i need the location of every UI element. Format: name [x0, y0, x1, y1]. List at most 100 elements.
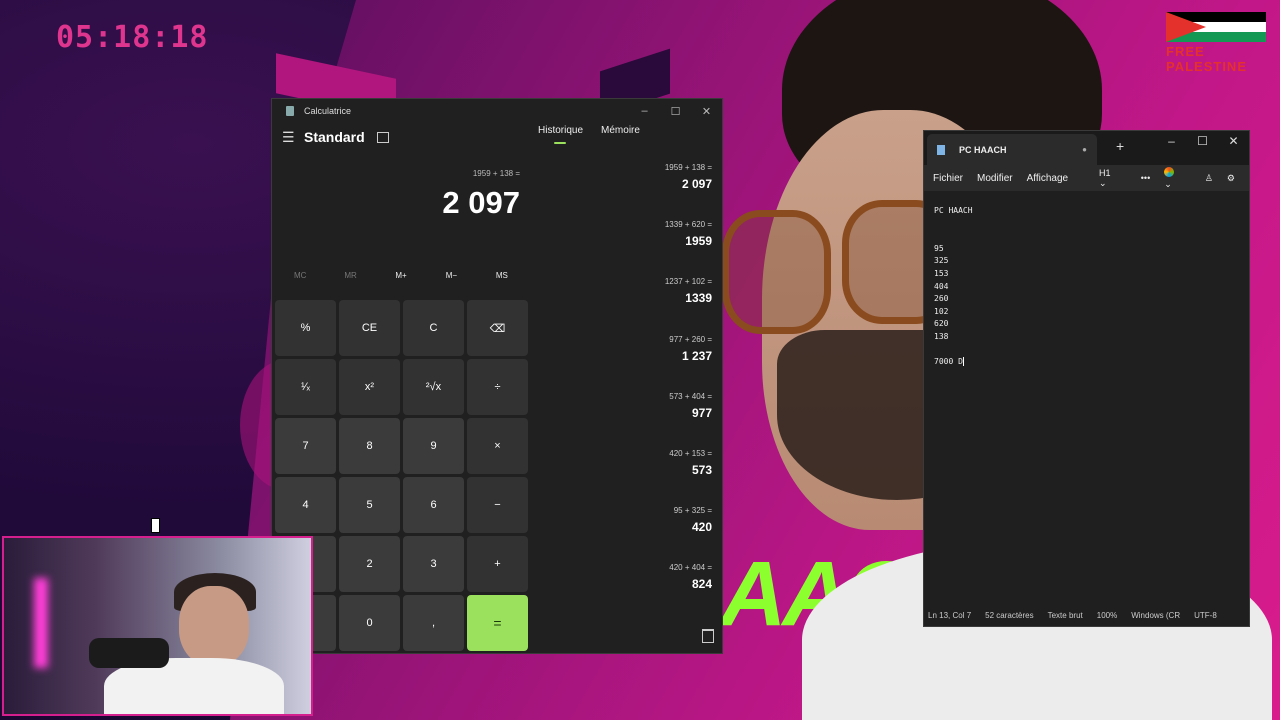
- maximize-button[interactable]: ☐: [660, 105, 691, 118]
- keep-on-top-icon[interactable]: [376, 131, 389, 143]
- calculator-app-icon: [286, 106, 294, 116]
- memory-recall-button[interactable]: MR: [325, 271, 375, 280]
- settings-gear-icon[interactable]: ⚙: [1227, 173, 1235, 184]
- memory-subtract-button[interactable]: M−: [426, 271, 476, 280]
- history-result: 573: [691, 462, 712, 477]
- zoom-level[interactable]: 100%: [1097, 611, 1117, 620]
- digit-9-key[interactable]: 9: [403, 418, 464, 474]
- result-display: 2 097: [442, 185, 520, 220]
- tab-memory[interactable]: Mémoire: [601, 125, 640, 136]
- subtract-key[interactable]: −: [467, 477, 528, 533]
- encoding[interactable]: UTF-8: [1194, 611, 1217, 620]
- close-button[interactable]: ✕: [691, 105, 722, 118]
- square-key[interactable]: x²: [339, 359, 400, 415]
- history-item[interactable]: 1237 + 102 = 1339: [532, 277, 712, 334]
- digit-4-key[interactable]: 4: [275, 477, 336, 533]
- account-icon[interactable]: ♙: [1205, 173, 1213, 184]
- digit-7-key[interactable]: 7: [275, 418, 336, 474]
- decimal-key[interactable]: ,: [403, 595, 464, 651]
- memory-add-button[interactable]: M+: [376, 271, 426, 280]
- history-expression: 420 + 153 =: [669, 448, 712, 458]
- history-item[interactable]: 977 + 260 = 1 237: [532, 335, 712, 392]
- history-result: 824: [691, 577, 712, 592]
- banner-line-2: PALESTINE: [1166, 59, 1247, 74]
- line-ending[interactable]: Windows (CR: [1131, 611, 1180, 620]
- text-editor[interactable]: PC HAACH 95 325 153 404 260 102 620 138 …: [924, 191, 1249, 383]
- clear-history-trash-icon[interactable]: [702, 629, 714, 643]
- menu-file[interactable]: Fichier: [933, 173, 963, 184]
- editor-line: 153: [934, 268, 949, 278]
- editor-line: PC HAACH: [934, 206, 973, 215]
- history-expression: 1959 + 138 =: [664, 163, 712, 172]
- add-key[interactable]: +: [467, 536, 528, 592]
- more-options-icon[interactable]: •••: [1141, 173, 1150, 183]
- editor-line: 620: [934, 319, 949, 329]
- history-expression: 977 + 260 =: [669, 334, 712, 344]
- digit-2-key[interactable]: 2: [339, 536, 400, 592]
- unsaved-dot-icon[interactable]: ●: [1082, 145, 1087, 154]
- expression-display: 1959 + 138 =: [472, 169, 520, 178]
- heading-dropdown[interactable]: H1 ⌄: [1099, 168, 1127, 189]
- notepad-statusbar: Ln 13, Col 7 52 caractères Texte brut 10…: [924, 604, 1249, 626]
- digit-6-key[interactable]: 6: [403, 477, 464, 533]
- history-item[interactable]: 1339 + 620 = 1959: [532, 220, 712, 277]
- history-item[interactable]: 573 + 404 = 977: [532, 392, 712, 449]
- calculator-window[interactable]: Calculatrice – ☐ ✕ ☰ Standard Historique…: [271, 98, 723, 654]
- text-caret: [962, 357, 964, 367]
- digit-0-key[interactable]: 0: [339, 595, 400, 651]
- multiply-key[interactable]: ×: [467, 418, 528, 474]
- editor-line: 325: [934, 256, 949, 266]
- equals-key[interactable]: =: [467, 595, 528, 651]
- menu-edit[interactable]: Modifier: [977, 173, 1013, 184]
- notepad-window[interactable]: PC HAACH ● + – ☐ ✕ Fichier Modifier Affi…: [923, 130, 1250, 627]
- history-item[interactable]: 420 + 404 = 824: [532, 563, 712, 620]
- backspace-key[interactable]: ⌫: [467, 300, 528, 356]
- digit-8-key[interactable]: 8: [339, 418, 400, 474]
- menu-view[interactable]: Affichage: [1027, 173, 1069, 184]
- webcam-overlay: [2, 536, 313, 716]
- mouse-cursor-icon: [151, 518, 160, 533]
- history-result: 1339: [685, 291, 712, 306]
- palestine-flag-icon: [1166, 12, 1266, 42]
- format-type: Texte brut: [1047, 610, 1083, 620]
- notepad-minimize-button[interactable]: –: [1156, 134, 1187, 148]
- editor-line: 138: [934, 331, 949, 341]
- percent-key[interactable]: %: [275, 300, 336, 356]
- cursor-position: Ln 13, Col 7: [928, 610, 972, 620]
- editor-line: 260: [934, 294, 949, 304]
- divide-key[interactable]: ÷: [467, 359, 528, 415]
- memory-store-button[interactable]: MS: [477, 271, 527, 280]
- editor-line: 102: [934, 306, 949, 316]
- editor-line: 95: [934, 243, 944, 253]
- copilot-icon[interactable]: ⌄: [1164, 166, 1191, 190]
- square-root-key[interactable]: ²√x: [403, 359, 464, 415]
- notepad-maximize-button[interactable]: ☐: [1187, 134, 1218, 148]
- history-result: 2 097: [681, 177, 712, 191]
- memory-clear-button[interactable]: MC: [275, 271, 325, 280]
- mode-title: Standard: [304, 129, 365, 145]
- notepad-menubar: Fichier Modifier Affichage H1 ⌄ ••• ⌄ ♙ …: [924, 165, 1249, 191]
- notepad-tabbar: PC HAACH ● + – ☐ ✕: [924, 131, 1249, 165]
- editor-line: 7000 D: [934, 357, 963, 367]
- history-expression: 573 + 404 =: [669, 391, 712, 401]
- notepad-tab[interactable]: PC HAACH ●: [927, 134, 1097, 165]
- microphone-image: [89, 638, 169, 668]
- reciprocal-key[interactable]: ¹⁄ₓ: [275, 359, 336, 415]
- minimize-button[interactable]: –: [629, 105, 660, 118]
- notepad-tab-title: PC HAACH: [959, 144, 1007, 155]
- history-item[interactable]: 1959 + 138 = 2 097: [532, 163, 712, 220]
- banner-line-1: FREE: [1166, 44, 1205, 59]
- tab-history[interactable]: Historique: [538, 125, 583, 144]
- calculator-titlebar[interactable]: Calculatrice – ☐ ✕: [272, 99, 722, 123]
- history-item[interactable]: 95 + 325 = 420: [532, 506, 712, 563]
- clear-entry-key[interactable]: CE: [339, 300, 400, 356]
- stream-clock: 05:18:18: [56, 20, 209, 55]
- history-item[interactable]: 420 + 153 = 573: [532, 449, 712, 506]
- notepad-close-button[interactable]: ✕: [1218, 134, 1249, 148]
- clear-key[interactable]: C: [403, 300, 464, 356]
- hamburger-menu-icon[interactable]: ☰: [282, 129, 302, 146]
- new-tab-plus-icon[interactable]: +: [1116, 138, 1124, 154]
- digit-3-key[interactable]: 3: [403, 536, 464, 592]
- window-title: Calculatrice: [304, 106, 352, 116]
- digit-5-key[interactable]: 5: [339, 477, 400, 533]
